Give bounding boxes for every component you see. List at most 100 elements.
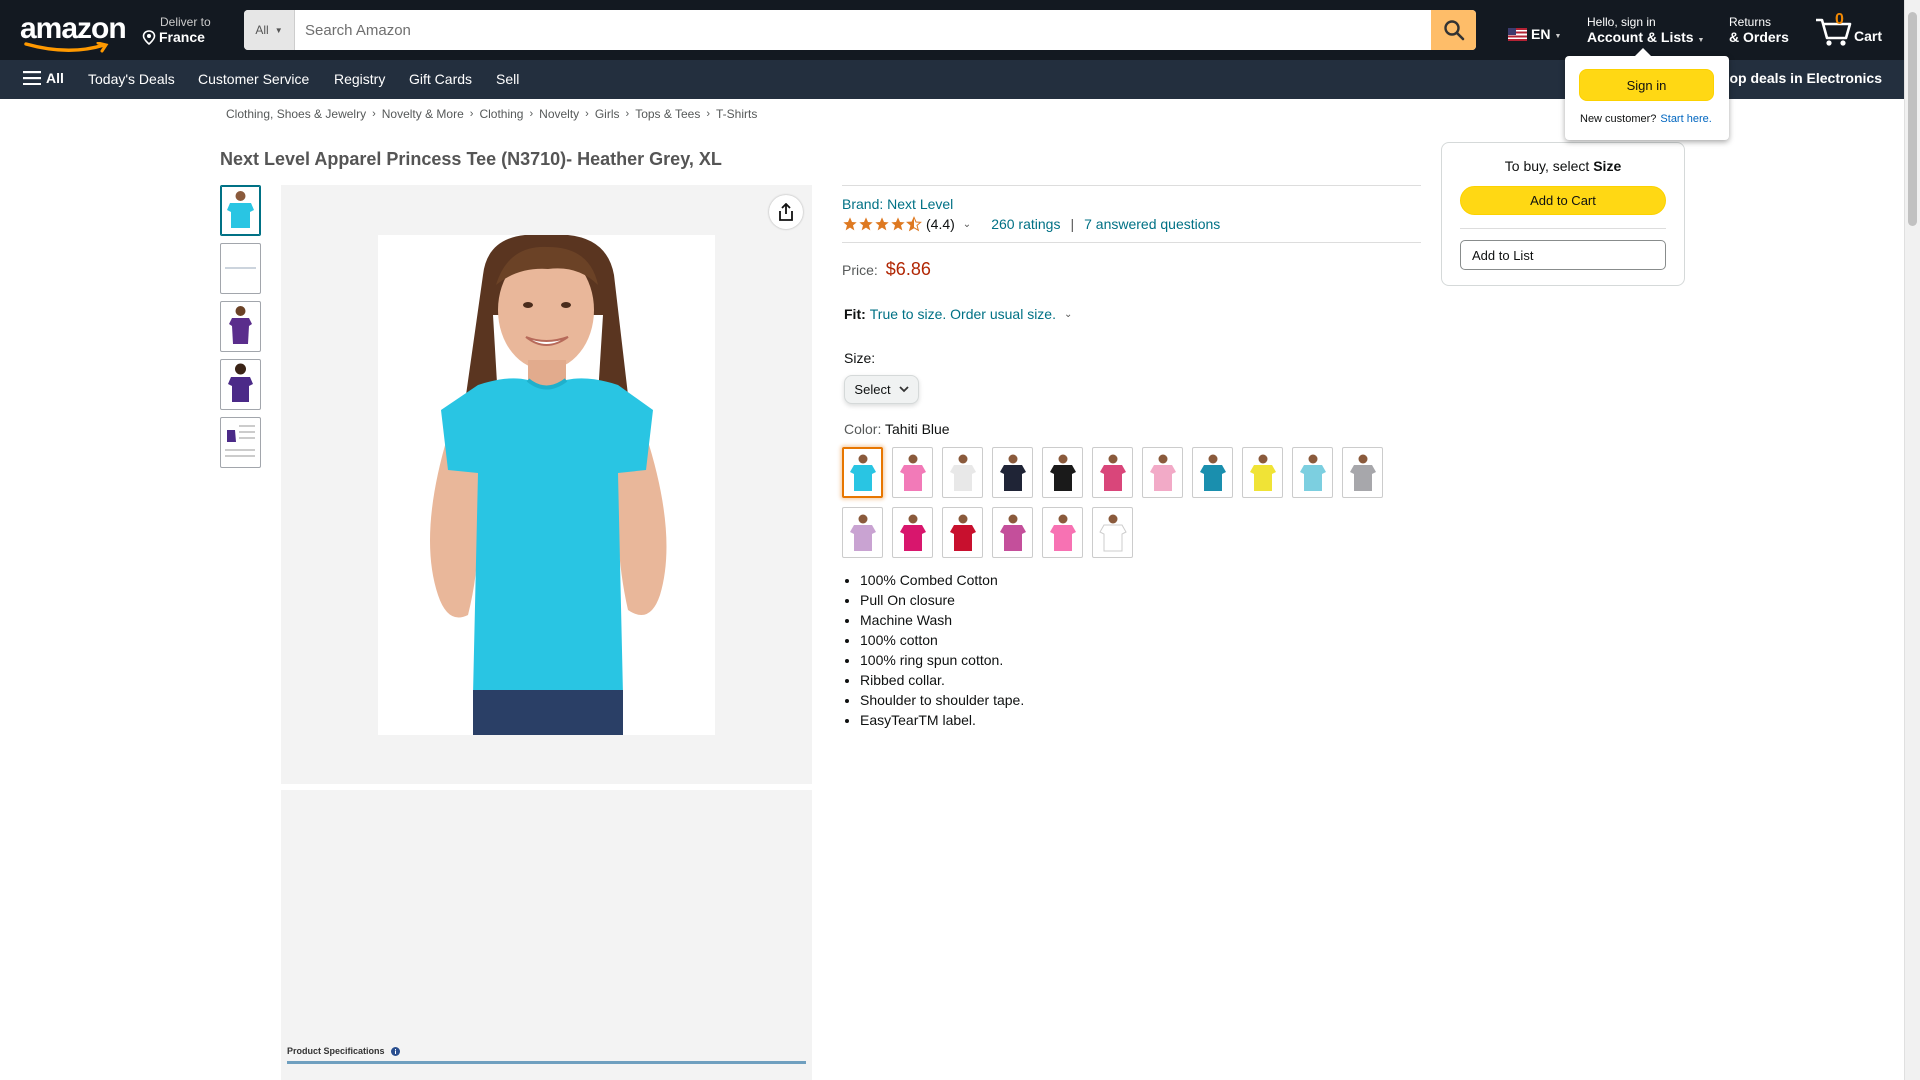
- sign-in-popover: Sign in New customer? Start here.: [1565, 48, 1729, 140]
- deliver-to[interactable]: Deliver to France: [142, 15, 211, 45]
- color-swatch[interactable]: [1142, 447, 1183, 498]
- color-swatch[interactable]: [1292, 447, 1333, 498]
- size-select-value: Select: [854, 382, 891, 397]
- color-swatch[interactable]: [992, 507, 1033, 558]
- nav-promo-electronics[interactable]: op deals in Electronics: [1730, 70, 1883, 86]
- star-rating[interactable]: [842, 216, 922, 232]
- thumbnail-3[interactable]: [220, 301, 261, 352]
- product-spec-image[interactable]: Product Specifications: [281, 790, 812, 1080]
- logo-smile-icon: [24, 42, 109, 53]
- returns-orders[interactable]: Returns & Orders: [1729, 15, 1789, 45]
- breadcrumb-item[interactable]: Novelty: [539, 107, 579, 121]
- account-lists[interactable]: Hello, sign in Account & Lists ▼: [1587, 15, 1704, 45]
- color-label-text: Color:: [844, 421, 882, 437]
- thumbnail-2[interactable]: [220, 243, 261, 294]
- spec-divider: [287, 1061, 806, 1064]
- color-swatch[interactable]: [942, 447, 983, 498]
- hamburger-icon: [23, 71, 41, 85]
- sign-in-button[interactable]: Sign in: [1579, 69, 1714, 101]
- add-to-list-button[interactable]: Add to List: [1460, 240, 1666, 270]
- cart-label: Cart: [1854, 28, 1883, 44]
- breadcrumb-item[interactable]: Tops & Tees: [635, 107, 700, 121]
- size-select-dropdown[interactable]: Select: [844, 375, 919, 404]
- amazon-logo[interactable]: amazon: [20, 12, 127, 53]
- color-swatch[interactable]: [842, 507, 883, 558]
- cart-button[interactable]: 0 Cart: [1812, 10, 1888, 52]
- fit-value-link[interactable]: True to size. Order usual size.: [870, 306, 1056, 322]
- breadcrumb-item[interactable]: Clothing: [479, 107, 523, 121]
- chevron-down-icon[interactable]: ⌄: [963, 219, 971, 230]
- nav-link-todays-deals[interactable]: Today's Deals: [88, 71, 175, 87]
- color-swatch[interactable]: [892, 507, 933, 558]
- chevron-right-icon: ›: [706, 108, 711, 120]
- tshirt-icon: [899, 454, 926, 491]
- separator: |: [1070, 216, 1075, 232]
- breadcrumb-item[interactable]: Novelty & More: [382, 107, 464, 121]
- search-button[interactable]: [1431, 10, 1476, 50]
- caret-down-icon: ▼: [274, 25, 283, 35]
- tshirt-thumb-icon: [227, 191, 254, 228]
- tshirt-shape: [849, 524, 876, 551]
- language-selector[interactable]: EN ▼: [1508, 26, 1561, 42]
- brand-link[interactable]: Brand: Next Level: [842, 196, 953, 212]
- deliver-country: France: [159, 29, 205, 45]
- color-swatch[interactable]: [942, 507, 983, 558]
- rating-row: (4.4) ⌄ 260 ratings | 7 answered questio…: [842, 216, 1220, 232]
- color-swatch[interactable]: [992, 447, 1033, 498]
- divider: [1460, 228, 1666, 229]
- breadcrumb-item[interactable]: T-Shirts: [716, 107, 757, 121]
- bullet-item: Machine Wash: [860, 612, 1024, 628]
- model-head-shape: [1108, 514, 1117, 523]
- tshirt-icon: [949, 454, 976, 491]
- tshirt-shape: [999, 464, 1026, 491]
- tshirt-icon: [999, 454, 1026, 491]
- answered-questions-link[interactable]: 7 answered questions: [1084, 216, 1220, 232]
- color-swatch[interactable]: [1342, 447, 1383, 498]
- color-swatch[interactable]: [1242, 447, 1283, 498]
- nav-link-registry[interactable]: Registry: [334, 71, 385, 87]
- image-thumbnails: [220, 185, 261, 475]
- color-swatch[interactable]: [1092, 507, 1133, 558]
- share-icon: [779, 203, 793, 221]
- tshirt-icon: [1349, 454, 1376, 491]
- price-label: Price:: [842, 262, 878, 278]
- model-head-shape: [1358, 454, 1367, 463]
- thumbnail-4[interactable]: [220, 359, 261, 410]
- color-swatch[interactable]: [1042, 507, 1083, 558]
- model-head-shape: [858, 454, 867, 463]
- logo-wordmark: amazon: [20, 12, 127, 45]
- breadcrumb-item[interactable]: Clothing, Shoes & Jewelry: [226, 107, 366, 121]
- main-product-image[interactable]: [281, 185, 812, 784]
- nav-link-customer-service[interactable]: Customer Service: [198, 71, 309, 87]
- thumbnail-5[interactable]: [220, 417, 261, 468]
- color-swatch[interactable]: [1042, 447, 1083, 498]
- add-to-cart-button[interactable]: Add to Cart: [1460, 186, 1666, 215]
- tshirt-shape: [1098, 524, 1127, 551]
- chevron-down-icon[interactable]: ⌄: [1064, 309, 1072, 320]
- nav-link-gift-cards[interactable]: Gift Cards: [409, 71, 472, 87]
- tshirt-shape: [1249, 464, 1276, 491]
- color-swatch[interactable]: [1092, 447, 1133, 498]
- tshirt-icon: [1099, 454, 1126, 491]
- color-swatch[interactable]: [1192, 447, 1233, 498]
- thumbnail-1[interactable]: [220, 185, 261, 236]
- ratings-count-link[interactable]: 260 ratings: [991, 216, 1060, 232]
- scrollbar-thumb[interactable]: [1908, 12, 1917, 226]
- tshirt-icon: [1098, 514, 1127, 551]
- search-category-dropdown[interactable]: All ▼: [244, 10, 295, 50]
- tshirt-shape: [1299, 464, 1326, 491]
- chevron-right-icon: ›: [529, 108, 534, 120]
- model-head-shape: [958, 514, 967, 523]
- color-swatch[interactable]: [892, 447, 933, 498]
- model-head-shape: [1308, 454, 1317, 463]
- all-menu-button[interactable]: All: [23, 70, 64, 86]
- top-nav: amazon Deliver to France All ▼ EN ▼ Hell…: [0, 0, 1904, 60]
- start-here-link[interactable]: Start here.: [1660, 113, 1711, 125]
- color-swatch[interactable]: [842, 447, 883, 498]
- model-head-shape: [858, 514, 867, 523]
- breadcrumb-item[interactable]: Girls: [595, 107, 620, 121]
- share-button[interactable]: [769, 195, 803, 229]
- page-scrollbar[interactable]: [1904, 0, 1920, 1080]
- nav-link-sell[interactable]: Sell: [496, 71, 519, 87]
- search-input[interactable]: [295, 10, 1431, 50]
